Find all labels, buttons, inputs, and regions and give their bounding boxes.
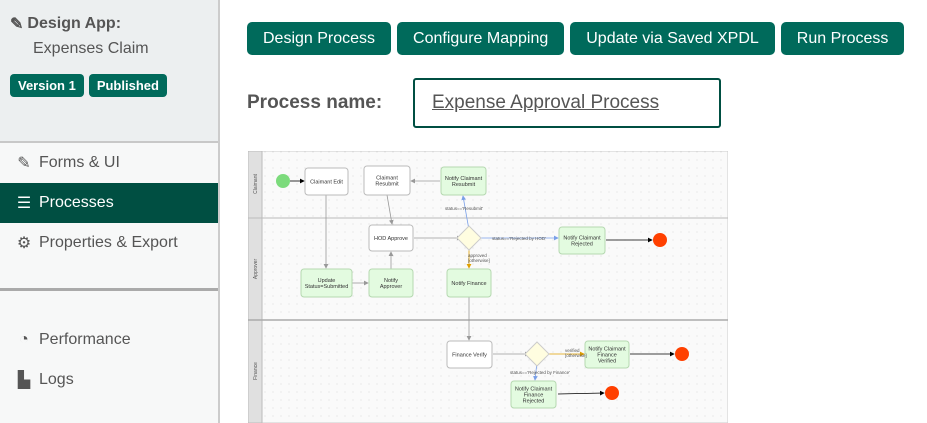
task-claimant-edit[interactable]: Claimant Edit <box>304 167 349 196</box>
app-name: Expenses Claim <box>33 40 149 57</box>
task-label: Approver <box>380 284 402 290</box>
end-event[interactable] <box>605 386 619 400</box>
sidebar-item-label: Processes <box>39 194 114 211</box>
published-badge: Published <box>88 74 167 97</box>
task-notify-fin-verified[interactable]: Notify ClaimantFinanceVerified <box>584 340 630 369</box>
sidebar-item-label: Properties & Export <box>39 234 178 251</box>
list-icon: ☰ <box>16 195 32 212</box>
task-label: Rejected <box>571 242 593 248</box>
update-xpdl-button[interactable]: Update via Saved XPDL <box>570 22 775 55</box>
sidebar-item-label: Performance <box>39 331 131 348</box>
task-finance-verify[interactable]: Finance Verify <box>446 340 493 369</box>
sidebar-item-logs[interactable]: ▙ Logs <box>0 360 218 400</box>
flow-label: status=='Rejected by Finance' <box>510 370 570 375</box>
task-label: Finance Verify <box>452 353 487 359</box>
version-badge: Version 1 <box>10 74 84 97</box>
sidebar-item-forms[interactable]: ✎ Forms & UI <box>0 143 218 183</box>
task-notify-fin-rejected[interactable]: Notify ClaimantFinanceRejected <box>510 380 557 409</box>
app-label: Design App: <box>27 15 122 32</box>
task-label: Resubmit <box>452 182 476 188</box>
sidebar-item-label: Forms & UI <box>39 154 120 171</box>
flow-label: [otherwise] <box>468 258 490 263</box>
sidebar-item-performance[interactable]: ◔ Performance <box>0 320 218 360</box>
process-name-link[interactable]: Expense Approval Process <box>413 78 721 128</box>
task-label: Claimant Edit <box>310 180 343 186</box>
start-event[interactable] <box>276 174 290 188</box>
design-process-button[interactable]: Design Process <box>247 22 392 55</box>
task-notify-finance[interactable]: Notify Finance <box>446 268 492 298</box>
gear-icon: ⚙ <box>16 235 32 252</box>
task-update-status[interactable]: UpdateStatus=Submitted <box>300 268 353 298</box>
task-notify-approver[interactable]: NotifyApprover <box>368 268 414 298</box>
configure-mapping-button[interactable]: Configure Mapping <box>397 22 565 55</box>
task-label: Rejected <box>523 399 545 405</box>
flow-label: [otherwise] <box>565 353 587 358</box>
run-process-button[interactable]: Run Process <box>780 22 905 55</box>
sidebar-item-properties[interactable]: ⚙ Properties & Export <box>0 223 218 263</box>
end-event[interactable] <box>675 347 689 361</box>
task-hod-approve[interactable]: HOD Approve <box>368 224 414 252</box>
task-label: Resubmit <box>375 182 399 188</box>
sidebar-item-processes[interactable]: ☰ Processes <box>0 183 218 223</box>
lane-label: Claimant <box>253 174 259 194</box>
flow-label: status=='Resubmit' <box>445 206 483 211</box>
task-label: HOD Approve <box>374 236 408 242</box>
task-notify-rejected[interactable]: Notify ClaimantRejected <box>558 226 606 255</box>
lane-label: Approver <box>253 259 259 280</box>
task-label: Notify Finance <box>451 281 486 287</box>
sidebar: ✎ Design App: Expenses Claim Version 1 Pu… <box>0 0 220 423</box>
task-notify-resubmit[interactable]: Notify ClaimantResubmit <box>440 166 487 196</box>
end-event[interactable] <box>653 233 667 247</box>
flow-label: status=='Rejected by HOD' <box>492 236 546 241</box>
app-header: ✎ Design App: Expenses Claim Version 1 Pu… <box>0 0 218 143</box>
edit-icon: ✎ <box>17 155 31 172</box>
process-name-label: Process name: <box>247 92 383 113</box>
scroll-icon: ▙ <box>17 372 31 389</box>
task-label: Verified <box>598 359 616 365</box>
edit-icon: ✎ <box>10 16 24 33</box>
process-diagram[interactable]: Claimant Approver Finance Claimant Edit Cla… <box>248 151 728 423</box>
divider <box>0 288 218 291</box>
task-label: Status=Submitted <box>305 284 349 290</box>
task-claimant-resubmit[interactable]: ClaimantResubmit <box>363 165 411 196</box>
sidebar-item-label: Logs <box>39 371 74 388</box>
lane-label: Finance <box>253 362 259 380</box>
gauge-icon: ◔ <box>19 331 29 348</box>
